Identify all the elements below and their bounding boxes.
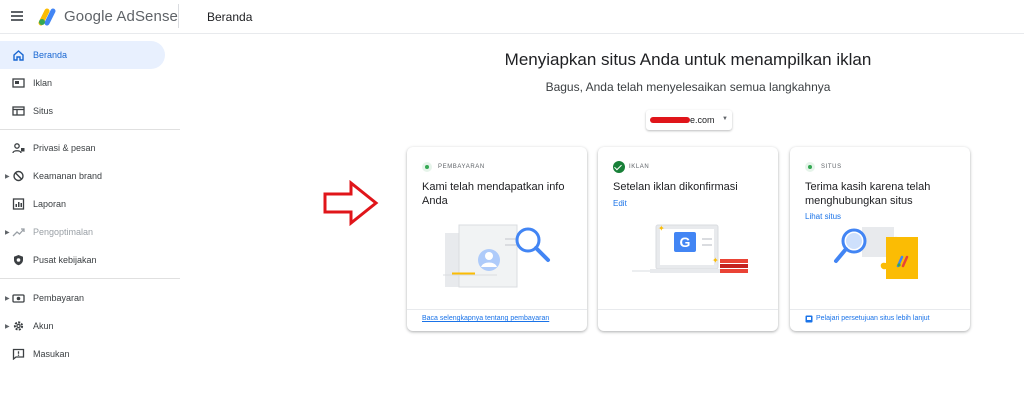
card-footer-divider [598, 309, 778, 310]
redaction-mark [650, 117, 690, 123]
expand-caret-icon: ▶ [5, 173, 10, 180]
card-status-label: SITUS [821, 164, 842, 170]
card-status-label: PEMBAYARAN [438, 164, 485, 170]
ads-icon [12, 78, 25, 88]
block-icon [13, 170, 24, 182]
sidebar-item-laporan[interactable]: Laporan [0, 190, 165, 218]
site-selector-value: e.com [690, 115, 715, 125]
expand-caret-icon: ▶ [5, 323, 10, 330]
svg-text:✦: ✦ [712, 256, 719, 265]
sidebar-item-masukan[interactable]: Masukan [0, 340, 165, 368]
payments-illustration [443, 224, 550, 288]
annotation-arrow-icon [323, 180, 379, 226]
ads-illustration: G ✦ ✦ [632, 224, 748, 273]
page-subheadline: Bagus, Anda telah menyelesaikan semua la… [545, 80, 831, 94]
card-footer-divider [790, 309, 970, 310]
card-sites: SITUS Terima kasih karena telah menghubu… [790, 147, 970, 331]
site-selector[interactable]: e.com ▼ [646, 110, 732, 130]
home-icon [13, 50, 24, 61]
adsense-logo-icon [38, 8, 56, 26]
sidebar-item-label: Pengoptimalan [33, 227, 94, 237]
status-dot-icon [805, 162, 815, 172]
edit-ads-link[interactable]: Edit [613, 199, 627, 208]
sites-illustration [834, 227, 918, 279]
sidebar: Beranda Iklan Situs Privasi & pesan ▶ Ke… [0, 34, 180, 396]
policy-icon [14, 255, 23, 266]
header-divider [178, 4, 179, 28]
sidebar-item-akun[interactable]: ▶ Akun [0, 312, 165, 340]
card-footer-divider [407, 309, 587, 310]
menu-icon[interactable] [11, 11, 23, 21]
dropdown-arrow-icon: ▼ [722, 116, 728, 122]
learn-more-payments-link[interactable]: Baca selengkapnya tentang pembayaran [422, 315, 549, 322]
status-dot-icon [422, 162, 432, 172]
gear-icon [13, 321, 24, 331]
page-title: Beranda [207, 10, 253, 24]
brand-name: Google AdSense [64, 8, 178, 25]
learn-site-approval-link[interactable]: Pelajari persetujuan situs lebih lanjut [816, 315, 930, 322]
sidebar-item-label: Pembayaran [33, 293, 85, 303]
card-title: Setelan iklan dikonfirmasi [613, 181, 738, 193]
book-icon [805, 315, 813, 323]
sidebar-item-label: Masukan [33, 349, 70, 359]
card-title: Terima kasih karena telah menghubungkan … [805, 181, 931, 207]
sidebar-item-beranda[interactable]: Beranda [0, 41, 165, 69]
expand-caret-icon: ▶ [5, 295, 10, 302]
sidebar-item-pengoptimalan: ▶ Pengoptimalan [0, 218, 165, 246]
card-title: Kami telah mendapatkan info Anda [422, 181, 565, 207]
feedback-icon [12, 348, 25, 360]
sidebar-item-label: Privasi & pesan [33, 143, 96, 153]
sidebar-item-label: Iklan [33, 78, 53, 88]
sidebar-item-label: Situs [33, 106, 54, 116]
sidebar-item-situs[interactable]: Situs [0, 97, 165, 125]
card-status-label: IKLAN [629, 164, 650, 170]
trending-icon [12, 228, 25, 237]
svg-text:✦: ✦ [658, 224, 665, 233]
sidebar-item-label: Akun [33, 321, 54, 331]
card-ads: IKLAN Setelan iklan dikonfirmasi Edit G … [598, 147, 778, 331]
sidebar-item-label: Beranda [33, 50, 68, 60]
page-headline: Menyiapkan situs Anda untuk menampilkan … [504, 50, 872, 69]
sidebar-item-privasi[interactable]: Privasi & pesan [0, 134, 165, 162]
sidebar-item-pembayaran[interactable]: ▶ Pembayaran [0, 284, 165, 312]
top-bar: Google AdSense Beranda [0, 0, 1024, 34]
sidebar-item-label: Keamanan brand [33, 171, 103, 181]
svg-text:G: G [680, 234, 691, 250]
check-circle-icon [613, 161, 625, 173]
payments-icon [12, 294, 25, 303]
privacy-icon [12, 143, 25, 154]
sidebar-item-label: Pusat kebijakan [33, 255, 97, 265]
sidebar-divider [0, 129, 180, 130]
sites-icon [12, 106, 25, 116]
sidebar-item-pusat-kebijakan[interactable]: Pusat kebijakan [0, 246, 165, 274]
sidebar-item-iklan[interactable]: Iklan [0, 69, 165, 97]
sidebar-item-label: Laporan [33, 199, 67, 209]
sidebar-divider [0, 278, 180, 279]
expand-caret-icon: ▶ [5, 229, 10, 236]
card-payments: PEMBAYARAN Kami telah mendapatkan info A… [407, 147, 587, 331]
reports-icon [12, 198, 25, 210]
sidebar-item-keamanan-brand[interactable]: ▶ Keamanan brand [0, 162, 165, 190]
